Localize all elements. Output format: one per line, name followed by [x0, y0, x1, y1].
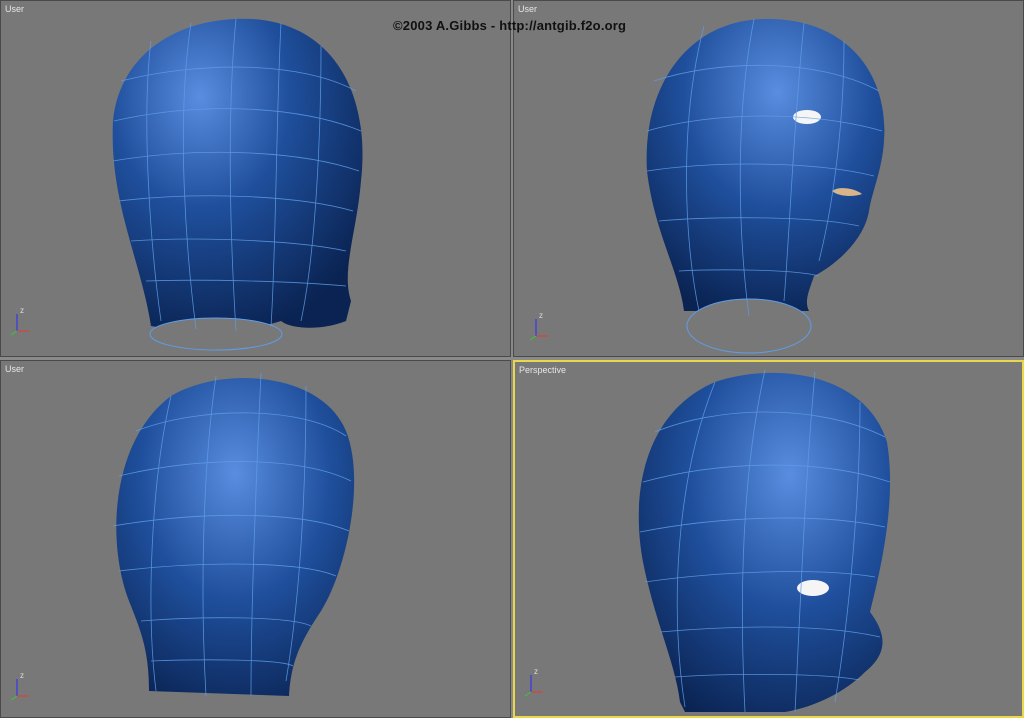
axis-tripod-icon: z	[521, 667, 551, 697]
head-model-perspective-view	[638, 369, 891, 713]
viewport-top-left[interactable]: User z	[0, 0, 511, 357]
head-model-top-view	[112, 372, 355, 697]
viewport-bottom-left[interactable]: User z	[0, 360, 511, 718]
axis-tripod-icon: z	[7, 306, 37, 336]
axis-tripod-icon: z	[7, 671, 37, 701]
axis-tripod-icon: z	[526, 311, 556, 341]
axis-z-label: z	[534, 667, 538, 676]
credit-text: ©2003 A.Gibbs - http://antgib.f2o.org	[393, 18, 627, 33]
axis-z-label: z	[20, 306, 24, 315]
head-model-back-view	[112, 18, 363, 351]
head-model-front-view	[646, 18, 885, 354]
viewport-perspective[interactable]: Perspective z	[513, 360, 1024, 718]
axis-z-label: z	[20, 671, 24, 680]
axis-z-label: z	[539, 311, 543, 320]
viewport-top-right[interactable]: User z	[513, 0, 1024, 357]
